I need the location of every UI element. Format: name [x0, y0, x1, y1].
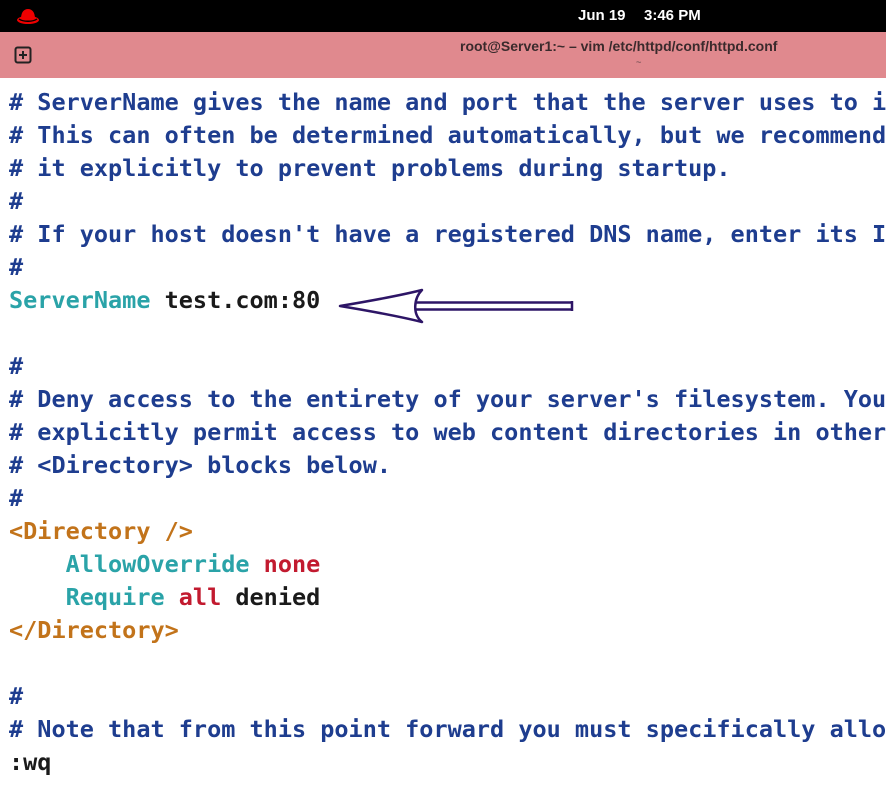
- require-value-denied: denied: [221, 583, 321, 611]
- code-line: #: [9, 682, 24, 710]
- vim-command-line[interactable]: :wq: [9, 746, 886, 779]
- code-line: #: [9, 484, 24, 512]
- arrow-left-icon: [338, 288, 574, 324]
- code-line: # ServerName gives the name and port tha…: [9, 88, 886, 116]
- allowoverride-line: AllowOverride none: [9, 548, 886, 581]
- redhat-logo-icon[interactable]: [16, 6, 40, 26]
- code-line: #: [9, 253, 24, 281]
- require-value-all: all: [164, 583, 222, 611]
- window-title: root@Server1:~ – vim /etc/httpd/conf/htt…: [460, 38, 778, 54]
- vim-editor[interactable]: # ServerName gives the name and port tha…: [9, 86, 886, 800]
- window-subtitle: ~: [636, 58, 642, 68]
- code-line: # <Directory> blocks below.: [9, 451, 392, 479]
- directive-servername: ServerName: [9, 286, 151, 314]
- code-line: # explicitly permit access to web conten…: [9, 418, 886, 446]
- code-line: # If your host doesn't have a registered…: [9, 220, 886, 248]
- top-bar: Jun 19 3:46 PM: [0, 0, 886, 32]
- code-line: # Deny access to the entirety of your se…: [9, 385, 886, 413]
- code-line: # Note that from this point forward you …: [9, 715, 886, 743]
- directive-require: Require: [65, 583, 165, 611]
- terminal-titlebar: root@Server1:~ – vim /etc/httpd/conf/htt…: [0, 32, 886, 78]
- new-tab-icon[interactable]: [14, 46, 32, 64]
- servername-value: test.com:80: [150, 286, 321, 314]
- code-line: # it explicitly to prevent problems duri…: [9, 154, 731, 182]
- code-line: #: [9, 352, 24, 380]
- require-line: Require all denied: [9, 581, 886, 614]
- code-line: #: [9, 187, 24, 215]
- directory-close-tag: </Directory>: [9, 616, 179, 644]
- code-line: # This can often be determined automatic…: [9, 121, 886, 149]
- allowoverride-value: none: [249, 550, 321, 578]
- directive-allowoverride: AllowOverride: [65, 550, 250, 578]
- clock-time[interactable]: 3:46 PM: [644, 7, 701, 24]
- directory-open-tag: <Directory />: [9, 517, 193, 545]
- clock-date[interactable]: Jun 19: [578, 7, 626, 24]
